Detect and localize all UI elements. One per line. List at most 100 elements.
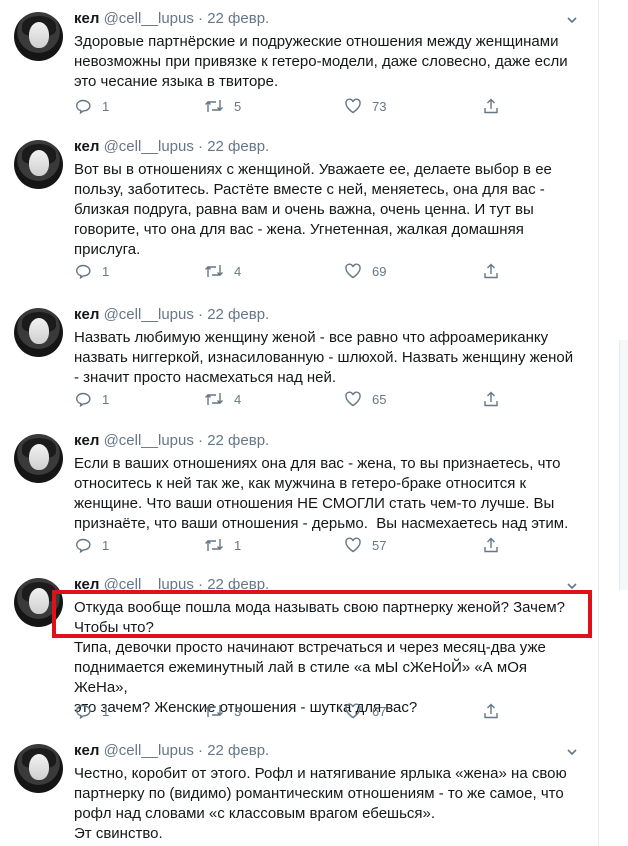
share-button[interactable] [482, 536, 500, 554]
reply-icon [75, 99, 91, 115]
retweet-icon [205, 393, 223, 405]
tweet-actions: 1 5 73 [74, 97, 504, 115]
separator-dot: · [198, 432, 204, 449]
tweet[interactable]: кел @cell__lupus · 22 февр. Честно, коро… [0, 732, 598, 846]
chevron-down-icon[interactable] [567, 15, 577, 25]
handle[interactable]: @cell__lupus [104, 138, 194, 155]
reply-icon [75, 538, 91, 554]
separator-dot: · [198, 742, 204, 759]
tweet-date[interactable]: 22 февр. [207, 10, 269, 27]
avatar[interactable] [14, 308, 63, 357]
like-count: 65 [372, 391, 387, 407]
share-button[interactable] [482, 702, 500, 720]
separator-dot: · [198, 306, 204, 323]
heart-icon [345, 98, 361, 114]
tweet[interactable]: кел @cell__lupus · 22 февр. Если в ваших… [0, 422, 598, 570]
retweet-icon [205, 265, 223, 277]
side-panel-edge [619, 340, 628, 590]
retweet-count: 4 [234, 391, 242, 407]
reply-count: 1 [102, 263, 110, 279]
tweet-thread: кел @cell__lupus · 22 февр. Здоровые пар… [0, 0, 599, 846]
share-button[interactable] [482, 97, 500, 115]
share-button[interactable] [482, 262, 500, 280]
reply-button[interactable]: 1 [74, 390, 109, 408]
reply-count: 1 [102, 703, 110, 719]
tweet-actions: 1 4 65 [74, 390, 504, 408]
tweet-date[interactable]: 22 февр. [207, 432, 269, 449]
tweet-text: Здоровые партнёрские и подружеские отнош… [74, 33, 568, 90]
retweet-button[interactable]: 1 [204, 536, 241, 554]
tweet-actions: 1 4 69 [74, 262, 504, 280]
display-name[interactable]: кел [74, 306, 99, 323]
like-count: 57 [372, 537, 387, 553]
display-name[interactable]: кел [74, 432, 99, 449]
tweet-text: Если в ваших отношениях она для вас - же… [74, 455, 569, 532]
retweet-button[interactable]: 3 [204, 702, 241, 720]
retweet-count: 3 [234, 703, 242, 719]
tweet[interactable]: кел @cell__lupus · 22 февр. Вот вы в отн… [0, 128, 598, 296]
chevron-down-icon[interactable] [567, 747, 577, 757]
reply-button[interactable]: 1 [74, 536, 109, 554]
reply-button[interactable]: 1 [74, 262, 109, 280]
tweet-header: кел @cell__lupus · 22 февр. [74, 138, 269, 157]
like-count: 69 [372, 263, 387, 279]
share-icon [484, 537, 498, 553]
highlight-box [52, 590, 592, 638]
avatar[interactable] [14, 12, 63, 61]
avatar[interactable] [14, 744, 63, 793]
display-name[interactable]: кел [74, 138, 99, 155]
heart-icon [345, 391, 361, 407]
display-name[interactable]: кел [74, 742, 99, 759]
share-icon [484, 391, 498, 407]
tweet-text: Вот вы в отношениях с женщиной. Уважаете… [74, 161, 552, 258]
like-button[interactable]: 73 [344, 97, 386, 115]
reply-icon [75, 392, 91, 408]
tweet-actions: 1 1 57 [74, 536, 504, 554]
handle[interactable]: @cell__lupus [104, 306, 194, 323]
reply-icon [75, 704, 91, 720]
share-icon [484, 703, 498, 719]
like-button[interactable]: 57 [344, 536, 386, 554]
handle[interactable]: @cell__lupus [104, 432, 194, 449]
tweet-text: Честно, коробит от этого. Рофл и натягив… [74, 765, 567, 842]
tweet-header: кел @cell__lupus · 22 февр. [74, 306, 269, 325]
tweet-text: Назвать любимую женщину женой - все равн… [74, 329, 574, 386]
reply-button[interactable]: 1 [74, 702, 109, 720]
retweet-button[interactable]: 4 [204, 390, 241, 408]
like-count: 67 [372, 703, 387, 719]
retweet-icon [205, 705, 223, 717]
separator-dot: · [198, 10, 204, 27]
avatar[interactable] [14, 434, 63, 483]
handle[interactable]: @cell__lupus [104, 742, 194, 759]
like-button[interactable]: 65 [344, 390, 386, 408]
tweet-header: кел @cell__lupus · 22 февр. [74, 742, 269, 761]
tweet-header: кел @cell__lupus · 22 февр. [74, 10, 269, 29]
tweet-actions: 1 3 67 [74, 702, 504, 720]
tweet[interactable]: кел @cell__lupus · 22 февр. Назвать люби… [0, 296, 598, 424]
reply-count: 1 [102, 537, 110, 553]
like-count: 73 [372, 98, 387, 114]
share-button[interactable] [482, 390, 500, 408]
share-icon [484, 263, 498, 279]
reply-icon [75, 264, 91, 280]
retweet-icon [205, 539, 223, 551]
retweet-icon [205, 100, 223, 112]
separator-dot: · [198, 138, 204, 155]
retweet-button[interactable]: 4 [204, 262, 241, 280]
avatar[interactable] [14, 140, 63, 189]
handle[interactable]: @cell__lupus [104, 10, 194, 27]
tweet[interactable]: кел @cell__lupus · 22 февр. Здоровые пар… [0, 0, 598, 128]
heart-icon [345, 703, 361, 719]
retweet-count: 5 [234, 98, 242, 114]
display-name[interactable]: кел [74, 10, 99, 27]
tweet-date[interactable]: 22 февр. [207, 742, 269, 759]
reply-button[interactable]: 1 [74, 97, 109, 115]
reply-count: 1 [102, 391, 110, 407]
retweet-button[interactable]: 5 [204, 97, 241, 115]
tweet-date[interactable]: 22 февр. [207, 138, 269, 155]
heart-icon [345, 263, 361, 279]
tweet-date[interactable]: 22 февр. [207, 306, 269, 323]
share-icon [484, 98, 498, 114]
like-button[interactable]: 67 [344, 702, 386, 720]
like-button[interactable]: 69 [344, 262, 386, 280]
